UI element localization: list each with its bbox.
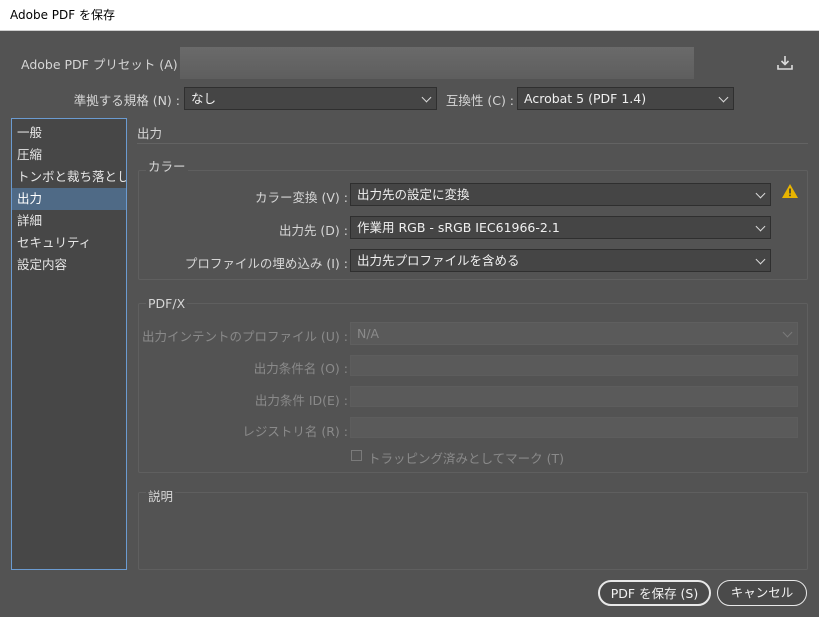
- registry-name-field[interactable]: [350, 417, 798, 438]
- chevron-down-icon: [718, 92, 729, 103]
- sidebar-item-general[interactable]: 一般: [12, 122, 126, 144]
- destination-select[interactable]: 作業用 RGB - sRGB IEC61966-2.1: [350, 216, 771, 239]
- standard-value: なし: [191, 91, 217, 106]
- condition-name-label: 出力条件名 (O) :: [253, 361, 348, 376]
- compat-label: 互換性 (C) :: [445, 93, 514, 108]
- compat-select[interactable]: Acrobat 5 (PDF 1.4): [517, 87, 734, 110]
- sidebar-item-summary[interactable]: 設定内容: [12, 254, 126, 276]
- registry-name-label: レジストリ名 (R) :: [242, 424, 348, 439]
- description-title: 説明: [146, 486, 176, 505]
- standard-label: 準拠する規格 (N) :: [73, 93, 180, 108]
- output-intent-label: 出力インテントのプロファイル (U) :: [141, 329, 348, 344]
- compat-value: Acrobat 5 (PDF 1.4): [524, 91, 647, 106]
- section-title: 出力: [137, 126, 163, 141]
- download-icon[interactable]: [776, 54, 794, 72]
- condition-id-label: 出力条件 ID(E) :: [254, 393, 348, 408]
- sidebar-item-compression[interactable]: 圧縮: [12, 144, 126, 166]
- chevron-down-icon: [755, 254, 766, 265]
- sidebar-item-advanced[interactable]: 詳細: [12, 210, 126, 232]
- color-group-title: カラー: [146, 156, 188, 175]
- profile-inclusion-value: 出力先プロファイルを含める: [357, 253, 520, 268]
- destination-label: 出力先 (D) :: [278, 223, 348, 238]
- condition-id-field[interactable]: [350, 386, 798, 407]
- output-intent-value: N/A: [357, 326, 380, 341]
- sidebar-item-output[interactable]: 出力: [12, 188, 126, 210]
- trapping-checkbox[interactable]: [351, 450, 362, 461]
- sidebar-item-marks-bleeds[interactable]: トンボと裁ち落とし: [12, 166, 126, 188]
- profile-inclusion-select[interactable]: 出力先プロファイルを含める: [350, 249, 771, 272]
- destination-value: 作業用 RGB - sRGB IEC61966-2.1: [357, 220, 560, 235]
- description-group: [138, 492, 808, 570]
- chevron-down-icon: [755, 188, 766, 199]
- category-list[interactable]: 一般 圧縮 トンボと裁ち落とし 出力 詳細 セキュリティ 設定内容: [11, 118, 127, 570]
- pdfx-group-title: PDF/X: [146, 296, 188, 311]
- cancel-button[interactable]: キャンセル: [717, 580, 807, 606]
- chevron-down-icon: [782, 327, 793, 338]
- output-intent-select[interactable]: N/A: [350, 322, 798, 345]
- preset-field[interactable]: [180, 47, 694, 79]
- color-conversion-select[interactable]: 出力先の設定に変換: [350, 183, 771, 206]
- standard-select[interactable]: なし: [184, 87, 437, 110]
- chevron-down-icon: [755, 221, 766, 232]
- condition-name-field[interactable]: [350, 355, 798, 376]
- save-pdf-button[interactable]: PDF を保存 (S): [598, 580, 711, 606]
- color-conversion-value: 出力先の設定に変換: [357, 187, 470, 202]
- sidebar-item-security[interactable]: セキュリティ: [12, 232, 126, 254]
- profile-inclusion-label: プロファイルの埋め込み (I) :: [184, 256, 348, 271]
- color-conversion-label: カラー変換 (V) :: [255, 190, 348, 205]
- trapping-label: トラッピング済みとしてマーク (T): [368, 451, 564, 466]
- section-divider: [137, 143, 808, 144]
- preset-label: Adobe PDF プリセット (A) :: [21, 57, 186, 72]
- warning-icon: [781, 183, 799, 199]
- window-title: Adobe PDF を保存: [0, 0, 819, 31]
